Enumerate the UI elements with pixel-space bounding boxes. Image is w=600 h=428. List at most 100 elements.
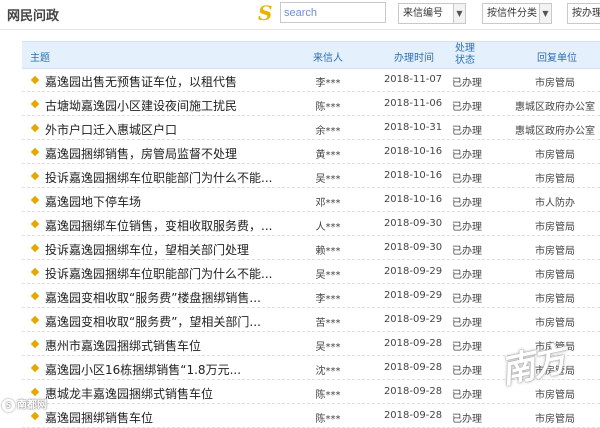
table-row[interactable]: 外市户口迁入惠城区户口 余*** 2018-10-31 已办理 惠城区政府办公室 bbox=[22, 116, 600, 140]
row-sender: 苦*** bbox=[315, 318, 341, 329]
row-unit: 市房管局 bbox=[535, 414, 575, 425]
row-subject-link[interactable]: 嘉逸园地下停车场 bbox=[45, 193, 305, 210]
row-time: 2018-09-28 bbox=[383, 386, 443, 397]
table-row[interactable]: 投诉嘉逸园捆绑车位职能部门为什么不能... 吴*** 2018-09-29 已办理 市房… bbox=[22, 260, 600, 284]
handling-select-label: 按办理 bbox=[572, 8, 600, 19]
row-time: 2018-09-30 bbox=[383, 218, 443, 229]
row-sender: 吴*** bbox=[315, 342, 341, 353]
table-row[interactable]: 嘉逸园捆绑销售，房管局监督不处理 黄*** 2018-10-16 已办理 市房管局 bbox=[22, 140, 600, 164]
row-status: 已办理 bbox=[452, 246, 482, 257]
row-subject-link[interactable]: 投诉嘉逸园捆绑车位职能部门为什么不能... bbox=[45, 169, 305, 186]
row-unit: 市房管局 bbox=[535, 222, 575, 233]
row-time: 2018-09-29 bbox=[383, 314, 443, 325]
row-subject-link[interactable]: 嘉逸园捆绑销售车位 bbox=[45, 409, 305, 426]
table-header: 主题 来信人 办理时间 处理状态 回复单位 bbox=[22, 41, 600, 69]
table-row[interactable]: 嘉逸园出售无预售证车位，以租代售 李*** 2018-11-07 已办理 市房管局 bbox=[22, 68, 600, 92]
row-status: 已办理 bbox=[452, 342, 482, 353]
bullet-icon bbox=[30, 291, 40, 301]
bullet-icon bbox=[30, 267, 40, 277]
row-subject-link[interactable]: 嘉逸园捆绑车位销售，变相收取服务费，... bbox=[45, 217, 305, 234]
row-subject-link[interactable]: 嘉逸园变相收取“服务费”楼盘捆绑销售... bbox=[45, 289, 305, 306]
row-subject-link[interactable]: 惠城龙丰嘉逸园捆绑式销售车位 bbox=[45, 385, 305, 402]
row-sender: 李*** bbox=[315, 294, 341, 305]
bullet-icon bbox=[30, 219, 40, 229]
bullet-icon bbox=[30, 411, 40, 421]
row-time: 2018-10-16 bbox=[383, 194, 443, 205]
row-status: 已办理 bbox=[452, 222, 482, 233]
letter-number-select[interactable]: 来信编号 ▼ bbox=[398, 3, 466, 24]
row-sender: 赖*** bbox=[315, 246, 341, 257]
row-status: 已办理 bbox=[452, 366, 482, 377]
row-status: 已办理 bbox=[452, 150, 482, 161]
row-time: 2018-10-16 bbox=[383, 146, 443, 157]
row-unit: 市房管局 bbox=[535, 174, 575, 185]
row-status: 已办理 bbox=[452, 318, 482, 329]
row-status: 已办理 bbox=[452, 102, 482, 113]
row-sender: 陈*** bbox=[315, 102, 341, 113]
row-unit: 市房管局 bbox=[535, 294, 575, 305]
row-time: 2018-11-07 bbox=[383, 74, 443, 85]
table-row[interactable]: 嘉逸园地下停车场 邓*** 2018-10-16 已办理 市人防办 bbox=[22, 188, 600, 212]
row-sender: 吴*** bbox=[315, 270, 341, 281]
row-sender: 人*** bbox=[315, 222, 341, 233]
watermark-logo-icon: S bbox=[2, 399, 15, 412]
row-subject-link[interactable]: 嘉逸园出售无预售证车位，以租代售 bbox=[45, 73, 305, 90]
row-unit: 市房管局 bbox=[535, 318, 575, 329]
bullet-icon bbox=[30, 147, 40, 157]
search-input[interactable] bbox=[280, 2, 386, 23]
handling-select[interactable]: 按办理 bbox=[567, 3, 600, 24]
column-header-time: 办理时间 bbox=[394, 53, 434, 64]
category-select[interactable]: 按信件分类 ▼ bbox=[482, 3, 552, 24]
table-row[interactable]: 投诉嘉逸园捆绑车位职能部门为什么不能... 吴*** 2018-10-16 已办理 市房… bbox=[22, 164, 600, 188]
table-row[interactable]: 古塘坳嘉逸园小区建设夜间施工扰民 陈*** 2018-11-06 已办理 惠城区政府办公… bbox=[22, 92, 600, 116]
row-time: 2018-09-30 bbox=[383, 242, 443, 253]
row-subject-link[interactable]: 惠州市嘉逸园捆绑式销售车位 bbox=[45, 337, 305, 354]
table-row[interactable]: 嘉逸园变相收取“服务费”楼盘捆绑销售... 李*** 2018-09-29 已办理 市房… bbox=[22, 284, 600, 308]
row-sender: 沈*** bbox=[315, 366, 341, 377]
bullet-icon bbox=[30, 99, 40, 109]
row-status: 已办理 bbox=[452, 414, 482, 425]
row-time: 2018-11-06 bbox=[383, 98, 443, 109]
row-sender: 陈*** bbox=[315, 390, 341, 401]
row-subject-link[interactable]: 嘉逸园变相收取“服务费”，望相关部门... bbox=[45, 313, 305, 330]
row-sender: 邓*** bbox=[315, 198, 341, 209]
bullet-icon bbox=[30, 363, 40, 373]
row-sender: 黄*** bbox=[315, 150, 341, 161]
row-subject-link[interactable]: 嘉逸园捆绑销售，房管局监督不处理 bbox=[45, 145, 305, 162]
s-logo-icon: S bbox=[258, 1, 273, 25]
column-header-subject: 主题 bbox=[30, 53, 50, 64]
bullet-icon bbox=[30, 123, 40, 133]
bullet-icon bbox=[30, 171, 40, 181]
table-row[interactable]: 投诉嘉逸园捆绑车位，望相关部门处理 赖*** 2018-09-30 已办理 市房管局 bbox=[22, 236, 600, 260]
row-time: 2018-10-16 bbox=[383, 170, 443, 181]
top-bar: 网民问政 S 来信编号 ▼ 按信件分类 ▼ 按办理 bbox=[0, 0, 600, 30]
category-select-label: 按信件分类 bbox=[487, 8, 537, 19]
row-subject-link[interactable]: 投诉嘉逸园捆绑车位，望相关部门处理 bbox=[45, 241, 305, 258]
row-status: 已办理 bbox=[452, 198, 482, 209]
row-status: 已办理 bbox=[452, 270, 482, 281]
table-row[interactable]: 嘉逸园捆绑销售车位 陈*** 2018-09-28 已办理 市房管局 bbox=[22, 404, 600, 428]
row-unit: 惠城区政府办公室 bbox=[515, 102, 595, 113]
watermark-left-text: 南都网 bbox=[17, 400, 47, 411]
column-header-sender: 来信人 bbox=[313, 53, 343, 64]
bullet-icon bbox=[30, 243, 40, 253]
table-row[interactable]: 嘉逸园变相收取“服务费”，望相关部门... 苦*** 2018-09-29 已办理 市房… bbox=[22, 308, 600, 332]
row-sender: 余*** bbox=[315, 126, 341, 137]
table-row[interactable]: 嘉逸园捆绑车位销售，变相收取服务费，... 人*** 2018-09-30 已办理 市房… bbox=[22, 212, 600, 236]
row-subject-link[interactable]: 外市户口迁入惠城区户口 bbox=[45, 121, 305, 138]
row-status: 已办理 bbox=[452, 294, 482, 305]
row-unit: 惠城区政府办公室 bbox=[515, 126, 595, 137]
row-unit: 市房管局 bbox=[535, 150, 575, 161]
row-subject-link[interactable]: 嘉逸园小区16栋捆绑销售“1.8万元... bbox=[45, 361, 305, 378]
row-subject-link[interactable]: 投诉嘉逸园捆绑车位职能部门为什么不能... bbox=[45, 265, 305, 282]
bullet-icon bbox=[30, 387, 40, 397]
row-subject-link[interactable]: 古塘坳嘉逸园小区建设夜间施工扰民 bbox=[45, 97, 305, 114]
row-time: 2018-10-31 bbox=[383, 122, 443, 133]
row-time: 2018-09-28 bbox=[383, 410, 443, 421]
row-unit: 市房管局 bbox=[535, 270, 575, 281]
column-header-unit: 回复单位 bbox=[537, 53, 577, 64]
row-status: 已办理 bbox=[452, 78, 482, 89]
letter-number-select-label: 来信编号 bbox=[403, 8, 443, 19]
row-unit: 市房管局 bbox=[535, 78, 575, 89]
row-time: 2018-09-28 bbox=[383, 362, 443, 373]
